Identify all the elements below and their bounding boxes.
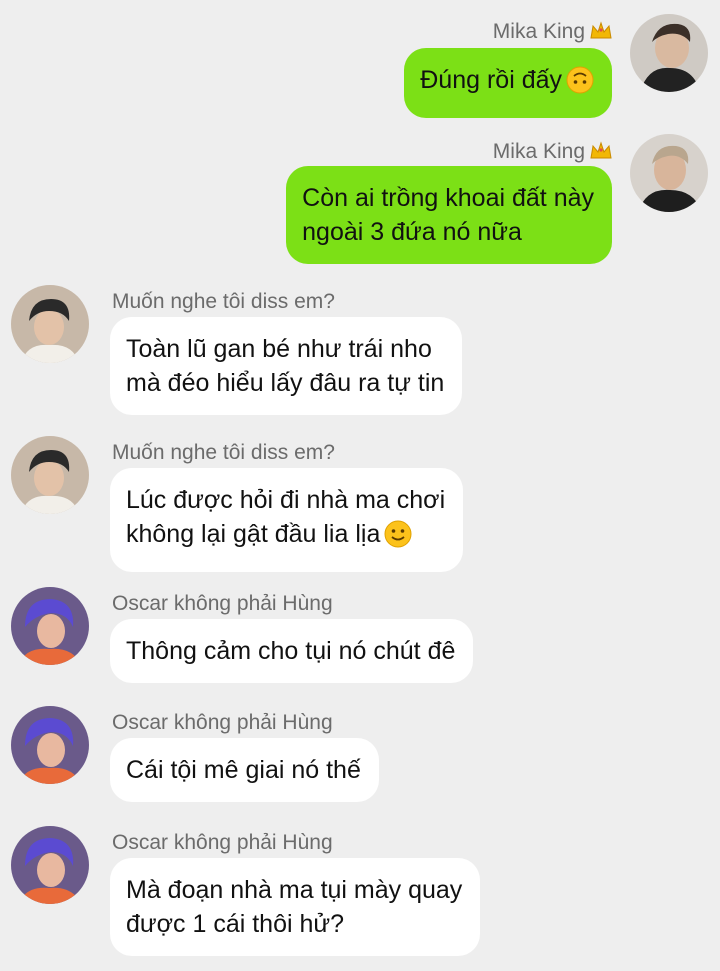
avatar-mika-king[interactable]: [630, 14, 708, 92]
message-bubble[interactable]: Toàn lũ gan bé như trái nho mà đéo hiểu …: [110, 317, 463, 415]
slightly-smiling-face-icon: [384, 520, 412, 557]
sender-name: Muốn nghe tôi diss em?: [112, 290, 335, 313]
sender-name: Mika King: [493, 140, 613, 167]
avatar-oscar-khong-phai-hung[interactable]: [11, 826, 89, 904]
avatar-oscar-khong-phai-hung[interactable]: [11, 587, 89, 665]
avatar-muon-nghe-toi-diss-em[interactable]: [11, 436, 89, 514]
avatar-oscar-khong-phai-hung[interactable]: [11, 706, 89, 784]
sender-name: Oscar không phải Hùng: [112, 711, 333, 734]
crown-icon: [589, 21, 613, 47]
upside-down-face-icon: [566, 66, 594, 103]
chat-thread: Mika King Đúng rồi đấy Mika King Còn ai …: [0, 0, 720, 971]
avatar-muon-nghe-toi-diss-em[interactable]: [11, 285, 89, 363]
avatar-mika-king[interactable]: [630, 134, 708, 212]
sender-name: Mika King: [493, 20, 613, 47]
crown-icon: [589, 141, 613, 167]
message-bubble[interactable]: Còn ai trồng khoai đất này ngoài 3 đứa n…: [286, 166, 612, 264]
sender-name: Muốn nghe tôi diss em?: [112, 441, 335, 464]
message-bubble[interactable]: Mà đoạn nhà ma tụi mày quay được 1 cái t…: [110, 858, 481, 956]
message-bubble[interactable]: Lúc được hỏi đi nhà ma chơi không lại gậ…: [110, 468, 464, 572]
sender-name: Oscar không phải Hùng: [112, 831, 333, 854]
sender-name: Oscar không phải Hùng: [112, 592, 333, 615]
message-bubble[interactable]: Thông cảm cho tụi nó chút đê: [110, 619, 474, 683]
message-bubble[interactable]: Cái tội mê giai nó thế: [110, 738, 379, 802]
message-bubble[interactable]: Đúng rồi đấy: [404, 48, 612, 118]
